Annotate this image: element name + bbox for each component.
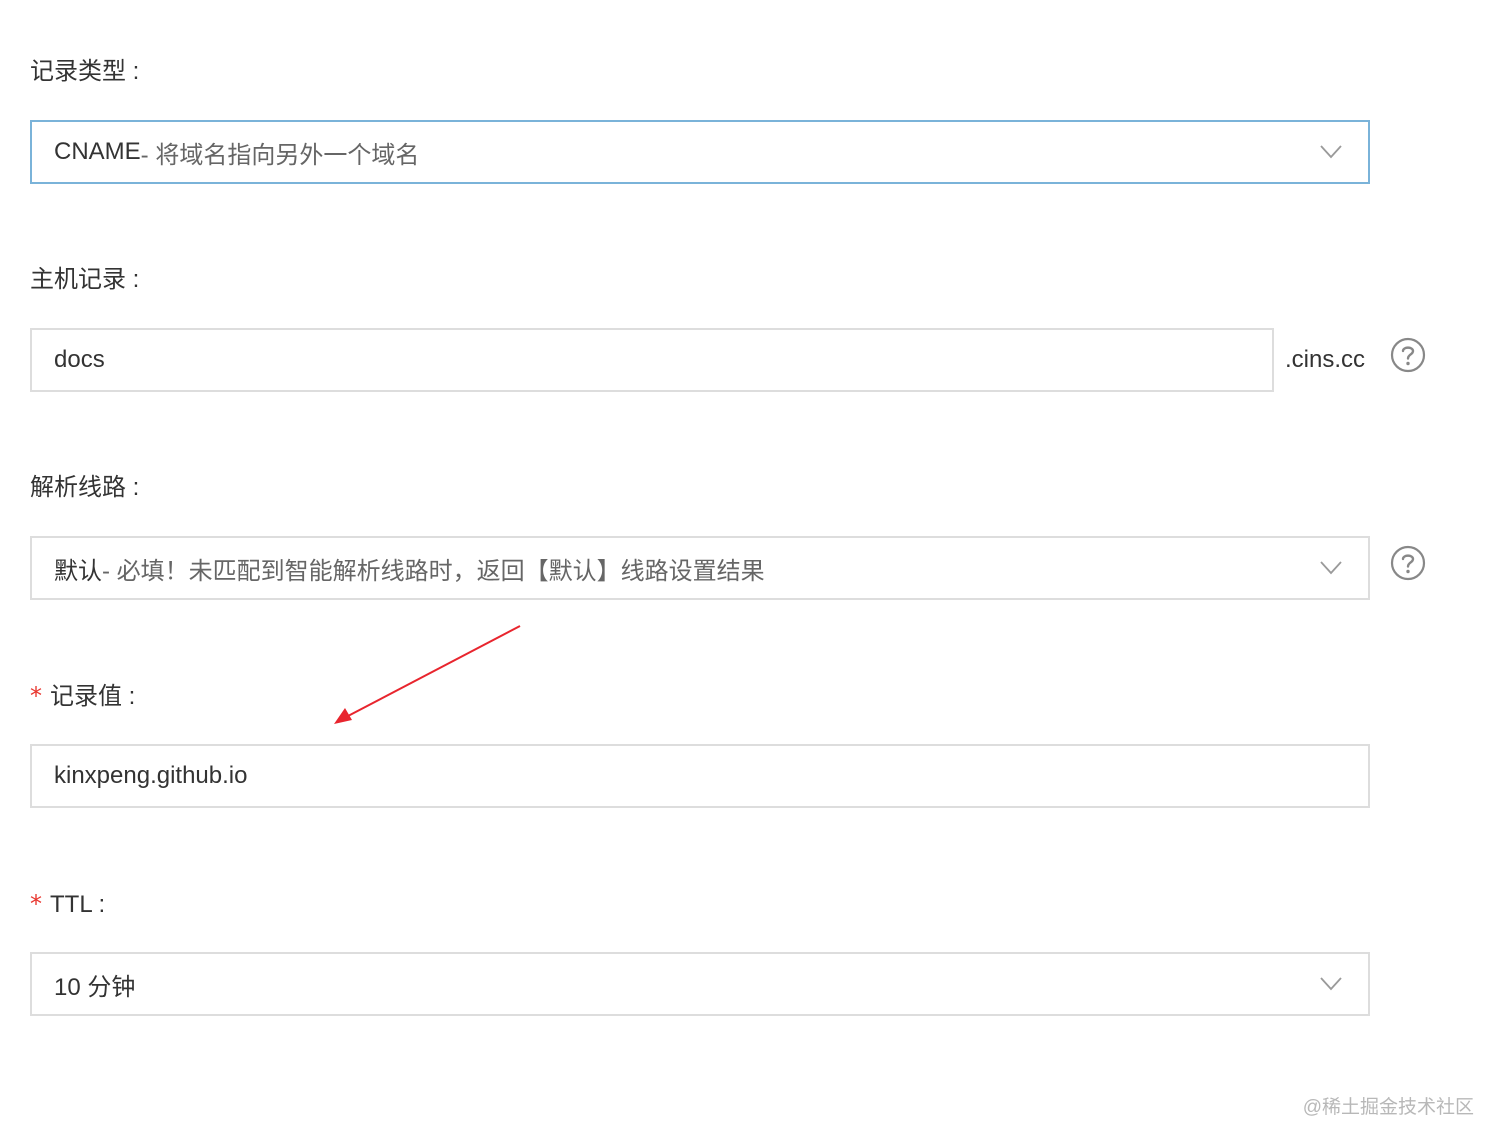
record-value-label: * 记录值 : [30,681,135,712]
resolution-line-value: 默认 [54,557,102,585]
watermark: @稀土掘金技术社区 [1302,1097,1474,1118]
host-record-label: 主机记录 : [30,265,139,295]
host-record-label-text: 主机记录 : [30,266,140,293]
resolution-line-label-text: 解析线路 : [30,474,140,501]
host-record-value: docs [54,346,105,373]
chevron-down-icon[interactable] [1320,145,1342,159]
required-mark: * [30,682,42,710]
record-value-text: kinxpeng.github.io [54,762,248,789]
record-type-value: CNAME [54,138,141,165]
required-mark: * [30,890,42,918]
chevron-down-icon[interactable] [1320,977,1342,991]
question-circle-icon[interactable] [1390,337,1426,373]
record-type-label: 记录类型 : [30,57,139,87]
host-record-input[interactable]: docs [30,328,1274,392]
chevron-down-icon[interactable] [1320,561,1342,575]
resolution-line-description: - 必填！未匹配到智能解析线路时，返回【默认】线路设置结果 [102,557,765,585]
record-type-select[interactable]: CNAME - 将域名指向另外一个域名 [30,120,1370,184]
record-value-label-text: 记录值 : [50,683,136,710]
ttl-label-text: TTL : [50,891,106,918]
ttl-select[interactable]: 10 分钟 [30,952,1370,1016]
record-type-label-text: 记录类型 : [30,58,140,85]
record-type-description: - 将域名指向另外一个域名 [140,141,420,169]
ttl-label: * TTL : [30,889,105,920]
resolution-line-label: 解析线路 : [30,473,139,503]
domain-suffix: .cins.cc [1285,346,1366,373]
question-circle-icon[interactable] [1390,545,1426,581]
ttl-value: 10 分钟 [54,973,136,1001]
resolution-line-select[interactable]: 默认 - 必填！未匹配到智能解析线路时，返回【默认】线路设置结果 [30,536,1370,600]
record-value-input[interactable]: kinxpeng.github.io [30,744,1370,808]
